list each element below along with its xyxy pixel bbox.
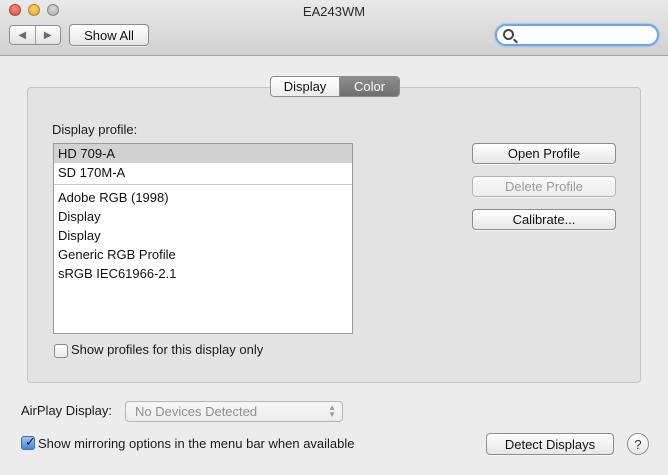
display-profile-label: Display profile: (52, 122, 138, 137)
checkmark-icon: ✓ (25, 434, 36, 449)
profile-item[interactable]: Generic RGB Profile (54, 245, 352, 264)
show-all-button[interactable]: Show All (69, 24, 149, 46)
detect-displays-button[interactable]: Detect Displays (486, 433, 614, 455)
profile-item[interactable]: SD 170M-A (54, 163, 352, 182)
delete-profile-button: Delete Profile (472, 176, 616, 197)
search-field[interactable] (495, 24, 659, 46)
calibrate-button[interactable]: Calibrate... (472, 209, 616, 230)
tab-color[interactable]: Color (340, 77, 399, 96)
show-profiles-label: Show profiles for this display only (71, 342, 264, 357)
preferences-window: EA243WM ◀ ▶ Show All Display Color Displ… (0, 0, 668, 475)
search-input[interactable] (517, 27, 653, 43)
window-title: EA243WM (302, 4, 366, 19)
popup-arrows-icon: ▲ ▼ (328, 403, 336, 419)
help-button[interactable]: ? (627, 433, 649, 455)
forward-arrow-icon[interactable]: ▶ (34, 26, 61, 44)
profile-item[interactable]: Display (54, 207, 352, 226)
profile-item[interactable]: Display (54, 226, 352, 245)
mirroring-options-checkbox[interactable]: ✓ (21, 434, 36, 450)
airplay-display-value: No Devices Detected (135, 404, 258, 419)
open-profile-button[interactable]: Open Profile (472, 143, 616, 164)
airplay-display-label: AirPlay Display: (21, 403, 113, 418)
list-separator (54, 184, 352, 185)
profile-item[interactable]: HD 709-A (54, 144, 352, 163)
show-profiles-checkbox[interactable] (54, 344, 68, 358)
title-bar: EA243WM ◀ ▶ Show All (0, 0, 668, 56)
back-arrow-icon[interactable]: ◀ (10, 26, 35, 44)
mirroring-options-label: Show mirroring options in the menu bar w… (38, 436, 355, 451)
airplay-display-popup: No Devices Detected ▲ ▼ (125, 401, 343, 422)
display-profile-list[interactable]: HD 709-A SD 170M-A Adobe RGB (1998) Disp… (53, 143, 353, 334)
profile-item[interactable]: Adobe RGB (1998) (54, 188, 352, 207)
back-forward-control: ◀ ▶ (9, 25, 61, 45)
tab-bar: Display Color (270, 76, 400, 97)
tab-display[interactable]: Display (271, 77, 340, 96)
magnifying-glass-icon (503, 29, 514, 40)
profile-item[interactable]: sRGB IEC61966-2.1 (54, 264, 352, 283)
